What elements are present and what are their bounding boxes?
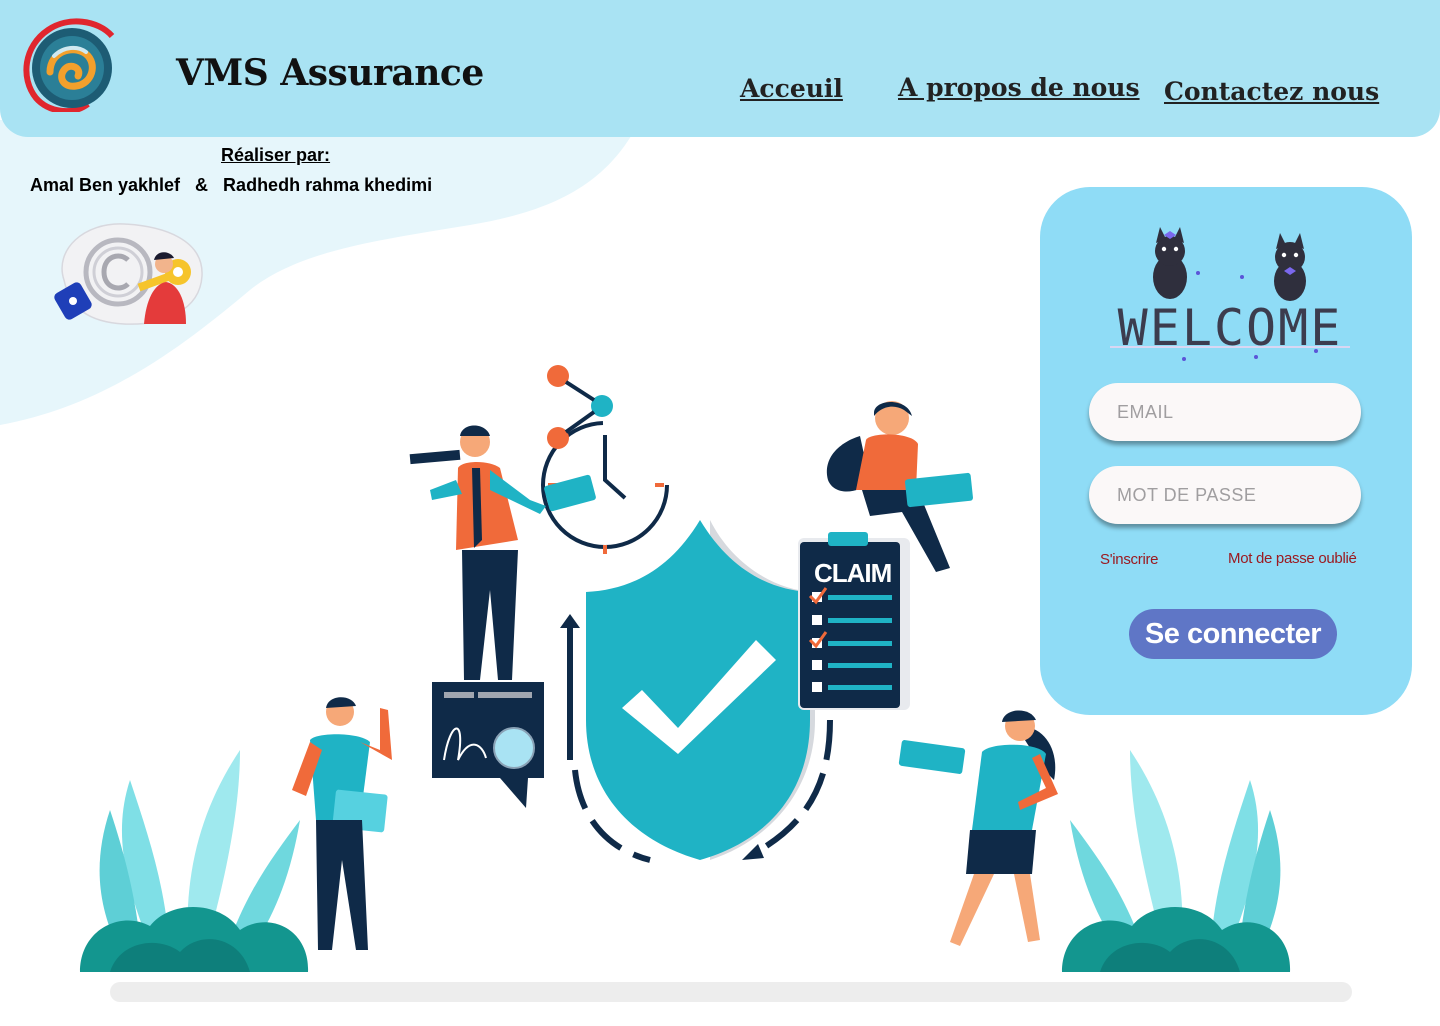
- credits-names: Amal Ben yakhlef & Radhedh rahma khedimi: [30, 175, 433, 195]
- person-tablet: [292, 697, 392, 950]
- logo-swirl-icon[interactable]: [20, 16, 120, 112]
- credits-label: Réaliser par:: [221, 145, 331, 165]
- email-field[interactable]: [1089, 383, 1361, 441]
- login-button[interactable]: Se connecter: [1129, 609, 1337, 659]
- signature-card: [432, 682, 544, 808]
- nav-link-a-propos[interactable]: A propos de nous: [898, 73, 1140, 102]
- shield-check-icon: [586, 520, 815, 860]
- person-walking: [898, 710, 1058, 946]
- plants-left: [80, 750, 309, 972]
- password-field[interactable]: [1089, 466, 1361, 524]
- cat-left-icon: [1153, 227, 1187, 299]
- welcome-cats-banner: WELCOME: [1110, 227, 1350, 361]
- nav-link-acceuil[interactable]: Acceuil: [740, 74, 843, 103]
- welcome-text: WELCOME: [1118, 299, 1343, 357]
- claim-clipboard-icon: CLAIM: [798, 532, 910, 710]
- copyright-icon: [54, 223, 203, 325]
- cat-right-icon: [1274, 233, 1306, 301]
- signup-link[interactable]: S'inscrire: [1100, 551, 1159, 568]
- forgot-password-link[interactable]: Mot de passe oublié: [1228, 550, 1357, 567]
- plants-right: [1062, 750, 1291, 972]
- claim-label: CLAIM: [814, 558, 891, 588]
- brand-title: VMS Assurance: [176, 52, 484, 94]
- login-card: WELCOME S'inscrire Mot de passe oublié S…: [1040, 187, 1412, 715]
- nav-link-contact[interactable]: Contactez nous: [1164, 77, 1379, 106]
- horizontal-scrollbar[interactable]: [110, 982, 1352, 1002]
